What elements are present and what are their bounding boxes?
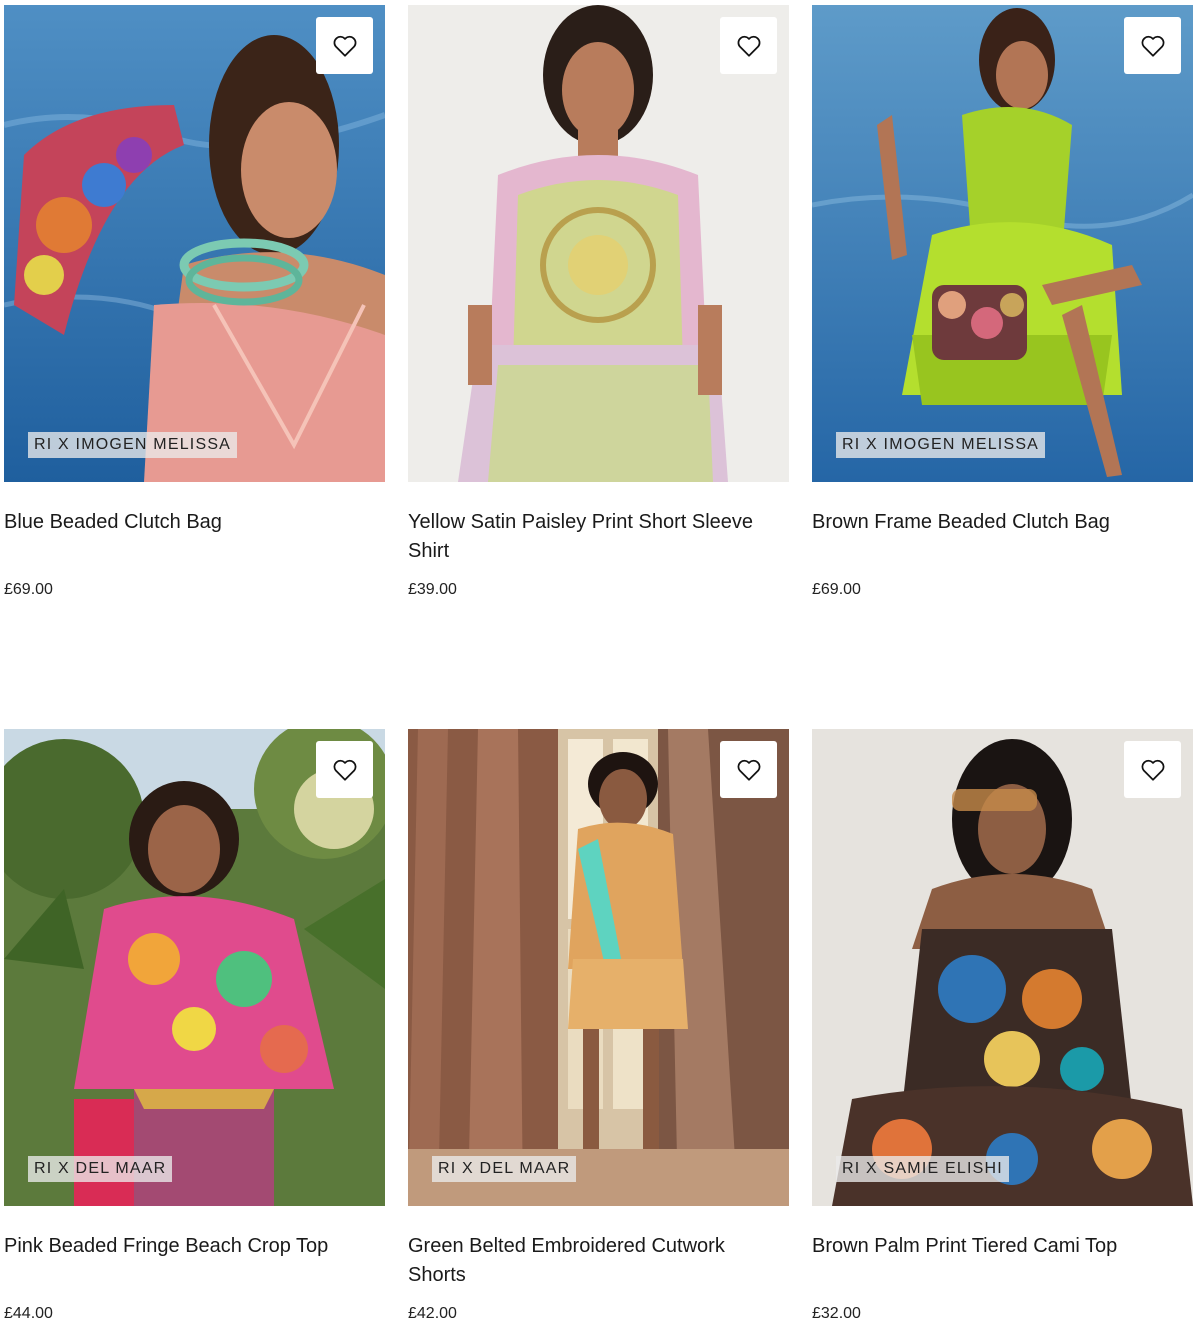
product-image[interactable]: RI X IMOGEN MELISSA [812,5,1193,482]
product-image[interactable]: RI X DEL MAAR [408,729,789,1206]
product-photo-model-palm-print-cami [812,729,1193,1206]
product-price: £42.00 [408,1305,457,1322]
product-title[interactable]: Green Belted Embroidered Cutwork Shorts [408,1232,789,1290]
product-title[interactable]: Brown Frame Beaded Clutch Bag [812,508,1193,537]
heart-icon [333,35,356,57]
heart-icon [737,35,760,57]
wishlist-button[interactable] [316,17,373,74]
product-title[interactable]: Yellow Satin Paisley Print Short Sleeve … [408,508,789,566]
wishlist-button[interactable] [720,17,777,74]
collab-badge: RI X DEL MAAR [28,1156,173,1182]
collab-badge: RI X IMOGEN MELISSA [836,432,1046,458]
product-image[interactable] [408,5,789,482]
product-card[interactable]: RI X IMOGEN MELISSA Brown Frame Beaded C… [812,5,1193,598]
wishlist-button[interactable] [1124,741,1181,798]
product-grid: RI X IMOGEN MELISSA Blue Beaded Clutch B… [0,0,1200,1327]
heart-icon [1141,35,1164,57]
product-title[interactable]: Blue Beaded Clutch Bag [4,508,385,537]
product-price: £69.00 [812,581,861,598]
product-image[interactable]: RI X IMOGEN MELISSA [4,5,385,482]
product-price: £39.00 [408,581,457,598]
collab-badge: RI X DEL MAAR [432,1156,577,1182]
product-photo-model-paisley-shirt [408,5,789,482]
collab-badge: RI X IMOGEN MELISSA [28,432,238,458]
wishlist-button[interactable] [720,741,777,798]
product-photo-model-green-dress [812,5,1193,482]
heart-icon [737,759,760,781]
wishlist-button[interactable] [1124,17,1181,74]
product-photo-model-embroidered-shorts [408,729,789,1206]
collab-badge: RI X SAMIE ELISHI [836,1156,1009,1182]
product-price: £69.00 [4,581,53,598]
product-price: £44.00 [4,1305,53,1322]
product-card[interactable]: RI X DEL MAAR Green Belted Embroidered C… [408,729,789,1322]
product-image[interactable]: RI X SAMIE ELISHI [812,729,1193,1206]
product-photo-model-floral-crop-top [4,729,385,1206]
product-price: £32.00 [812,1305,861,1322]
product-card[interactable]: RI X IMOGEN MELISSA Blue Beaded Clutch B… [4,5,385,598]
wishlist-button[interactable] [316,741,373,798]
product-photo-model-pink-top [4,5,385,482]
heart-icon [333,759,356,781]
product-title[interactable]: Pink Beaded Fringe Beach Crop Top [4,1232,385,1261]
product-card[interactable]: RI X DEL MAAR Pink Beaded Fringe Beach C… [4,729,385,1322]
product-card[interactable]: RI X SAMIE ELISHI Brown Palm Print Tiere… [812,729,1193,1322]
product-card[interactable]: Yellow Satin Paisley Print Short Sleeve … [408,5,789,598]
product-image[interactable]: RI X DEL MAAR [4,729,385,1206]
heart-icon [1141,759,1164,781]
product-title[interactable]: Brown Palm Print Tiered Cami Top [812,1232,1193,1261]
